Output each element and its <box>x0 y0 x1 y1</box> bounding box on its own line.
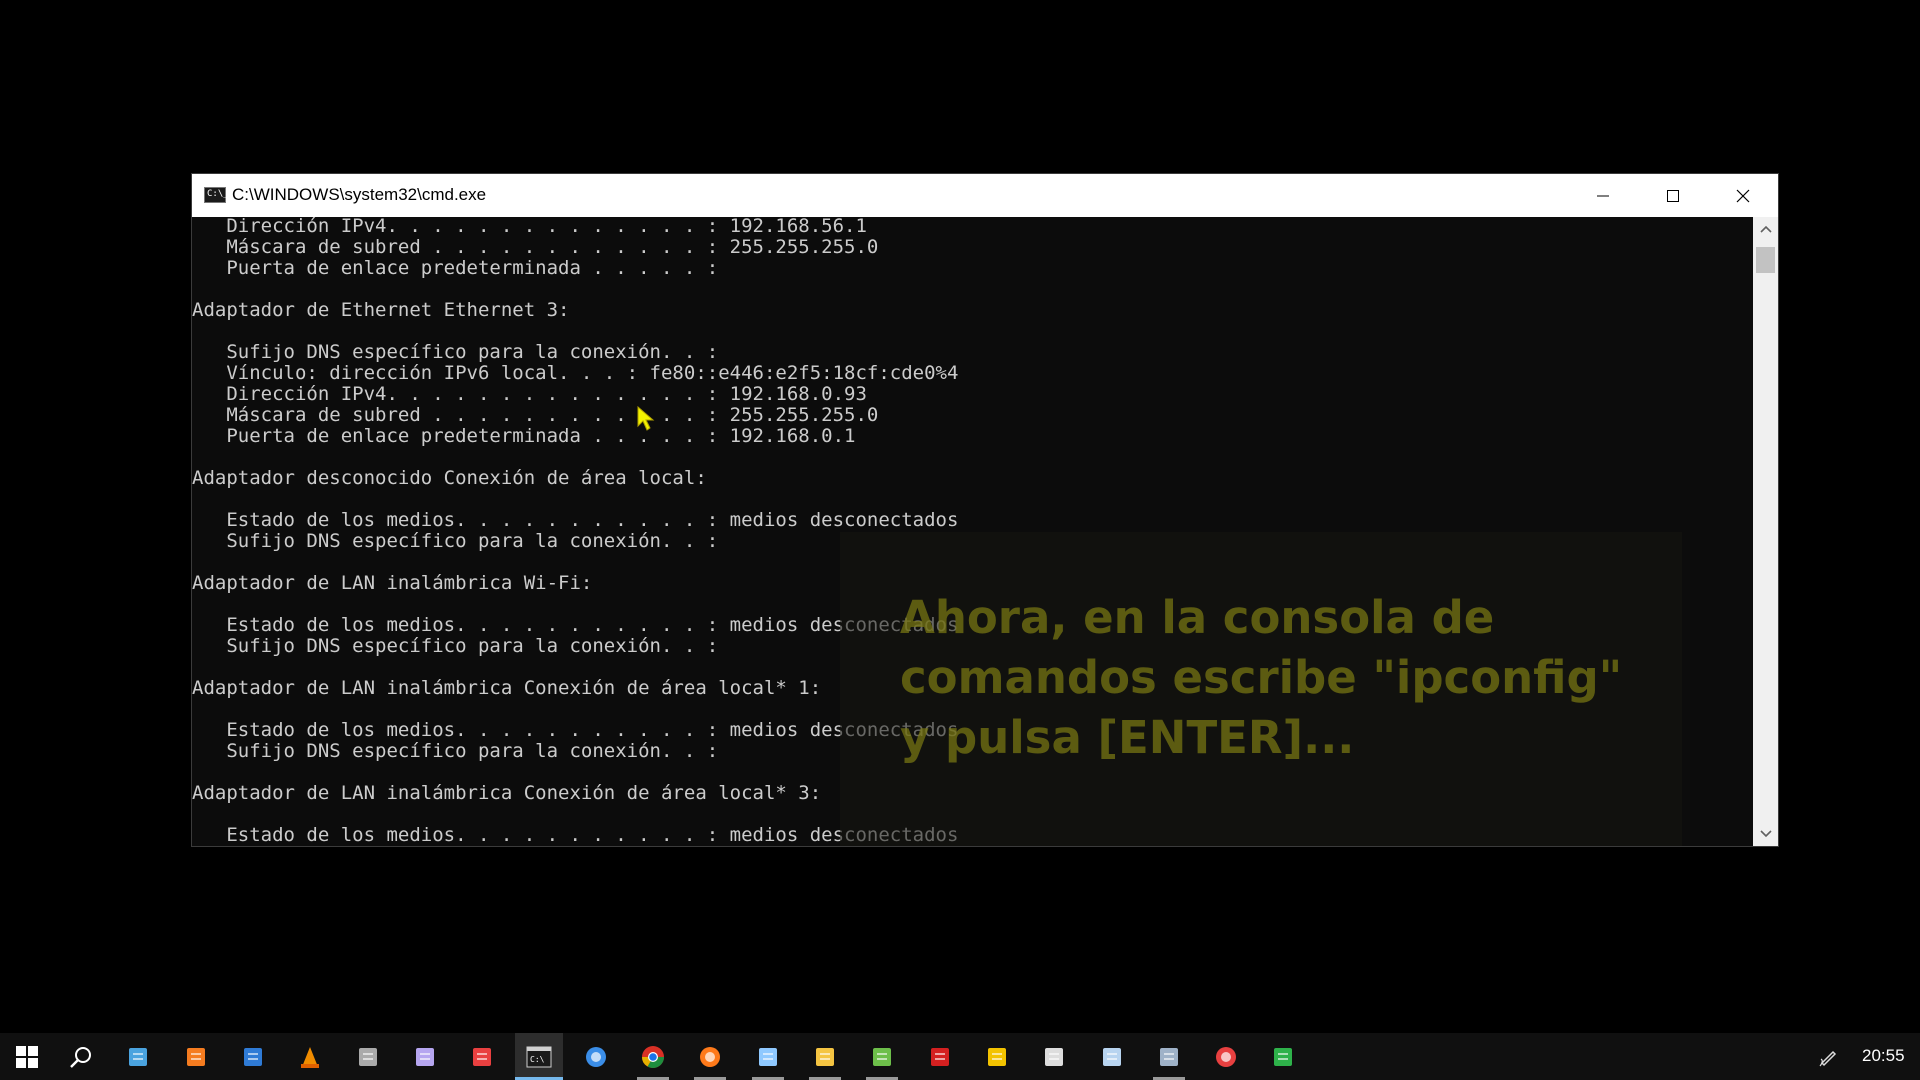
start-icon <box>16 1045 38 1068</box>
edge-app-icon <box>586 1046 606 1067</box>
chevron-up-icon <box>1759 225 1772 233</box>
console-line: Vínculo: dirección IPv6 local. . . : fe8… <box>192 362 959 384</box>
sticky-notes-icon <box>988 1047 1006 1066</box>
scroll-up-button[interactable] <box>1753 219 1778 239</box>
visual-studio-code-icon <box>244 1047 262 1066</box>
taskbar-snipping-tool-button[interactable] <box>744 1033 792 1080</box>
link-app-icon <box>359 1047 377 1066</box>
caption-line: y pulsa [ENTER]... <box>900 711 1355 764</box>
vertical-scrollbar[interactable] <box>1753 217 1778 846</box>
file-explorer-icon <box>816 1047 834 1066</box>
console-line: Adaptador de Ethernet Ethernet 3: <box>192 299 570 321</box>
taskbar-screenshot-app-button[interactable] <box>1145 1033 1193 1080</box>
mouse-cursor-icon <box>637 406 655 431</box>
spreadsheet-app-icon <box>1274 1047 1292 1066</box>
taskbar-clock[interactable]: 20:55 <box>1862 1046 1905 1066</box>
taskbar-hammer-app-button[interactable] <box>1030 1033 1078 1080</box>
console-line: Sufijo DNS específico para la conexión. … <box>192 341 719 363</box>
taskbar-spreadsheet-app-button[interactable] <box>1259 1033 1307 1080</box>
snipping-tool-icon <box>759 1047 777 1066</box>
taskbar-sticky-notes-button[interactable] <box>973 1033 1021 1080</box>
taskbar-cmd-button[interactable]: C:\ <box>515 1033 563 1080</box>
taskbar-bluetooth-app-button[interactable] <box>458 1033 506 1080</box>
scroll-thumb[interactable] <box>1756 247 1775 273</box>
scroll-down-button[interactable] <box>1753 824 1778 844</box>
taskbar: 20:55 C:\ <box>0 1033 1920 1080</box>
taskbar-notepad-app-button[interactable] <box>858 1033 906 1080</box>
caption-line: comandos escribe "ipconfig" <box>900 651 1623 704</box>
cmd-window-icon[interactable]: C:\_ <box>204 187 229 203</box>
taskbar-search-button[interactable] <box>57 1033 105 1080</box>
taskbar-red-app-button[interactable] <box>916 1033 964 1080</box>
console-line: Estado de los medios. . . . . . . . . . … <box>192 509 959 531</box>
console-line: Adaptador desconocido Conexión de área l… <box>192 467 707 489</box>
taskbar-firefox-button[interactable] <box>686 1033 734 1080</box>
title-bar[interactable]: C:\_ C:\WINDOWS\system32\cmd.exe <box>192 174 1778 217</box>
svg-text:C:\: C:\ <box>530 1055 545 1064</box>
console-line: Puerta de enlace predeterminada . . . . … <box>192 425 856 447</box>
search-icon <box>70 1046 91 1068</box>
console-line: Sufijo DNS específico para la conexión. … <box>192 530 719 552</box>
console-line: Adaptador de LAN inalámbrica Wi-Fi: <box>192 572 593 594</box>
minimize-icon <box>1597 195 1609 196</box>
console-line: Dirección IPv4. . . . . . . . . . . . . … <box>192 383 867 405</box>
chevron-down-icon <box>1759 830 1772 838</box>
taskbar-visual-studio-code-button[interactable] <box>229 1033 277 1080</box>
taskbar-start-button[interactable] <box>3 1033 51 1080</box>
red-app-icon <box>931 1047 949 1066</box>
taskbar-vs-app-button[interactable] <box>401 1033 449 1080</box>
taskbar-clock-app-button[interactable] <box>1202 1033 1250 1080</box>
maximize-icon <box>1667 189 1679 202</box>
xampp-icon <box>187 1047 205 1066</box>
tutorial-caption: Ahora, en la consola de comandos escribe… <box>900 588 1680 768</box>
console-line: Adaptador de LAN inalámbrica Conexión de… <box>192 677 822 699</box>
console-line: Dirección IPv4. . . . . . . . . . . . . … <box>192 217 867 237</box>
close-button[interactable] <box>1708 174 1778 217</box>
notepad-app-icon <box>873 1047 891 1066</box>
taskbar-link-app-button[interactable] <box>344 1033 392 1080</box>
virtualbox-icon <box>1103 1047 1121 1066</box>
caption-line: Ahora, en la consola de <box>900 591 1495 644</box>
pen-icon[interactable] <box>1818 1045 1840 1067</box>
bluetooth-app-icon <box>473 1047 491 1066</box>
close-icon <box>1736 189 1750 202</box>
hammer-app-icon <box>1045 1047 1063 1066</box>
minimize-button[interactable] <box>1568 174 1638 217</box>
window-title: C:\WINDOWS\system32\cmd.exe <box>232 185 487 204</box>
taskbar-vlc-button[interactable] <box>286 1033 334 1080</box>
console-line: Máscara de subred . . . . . . . . . . . … <box>192 404 879 426</box>
console-line: Sufijo DNS específico para la conexión. … <box>192 740 719 762</box>
vlc-icon <box>301 1046 319 1068</box>
taskbar-edge-app-button[interactable] <box>572 1033 620 1080</box>
taskbar-xampp-button[interactable] <box>172 1033 220 1080</box>
console-line: Puerta de enlace predeterminada . . . . … <box>192 257 719 279</box>
vs-app-icon <box>416 1047 434 1066</box>
maximize-button[interactable] <box>1638 174 1708 217</box>
taskbar-file-explorer-button[interactable] <box>801 1033 849 1080</box>
taskbar-explorer-app-button[interactable] <box>114 1033 162 1080</box>
taskbar-virtualbox-button[interactable] <box>1088 1033 1136 1080</box>
console-line: Máscara de subred . . . . . . . . . . . … <box>192 236 879 258</box>
console-line: Adaptador de LAN inalámbrica Conexión de… <box>192 782 822 804</box>
clock-app-icon <box>1216 1046 1236 1067</box>
screenshot-app-icon <box>1160 1047 1178 1066</box>
chrome-icon <box>642 1045 664 1068</box>
explorer-app-icon <box>129 1047 147 1066</box>
console-line: Sufijo DNS específico para la conexión. … <box>192 635 719 657</box>
taskbar-chrome-button[interactable] <box>629 1033 677 1080</box>
cmd-icon: C:\ <box>526 1046 552 1067</box>
firefox-icon <box>700 1046 720 1067</box>
